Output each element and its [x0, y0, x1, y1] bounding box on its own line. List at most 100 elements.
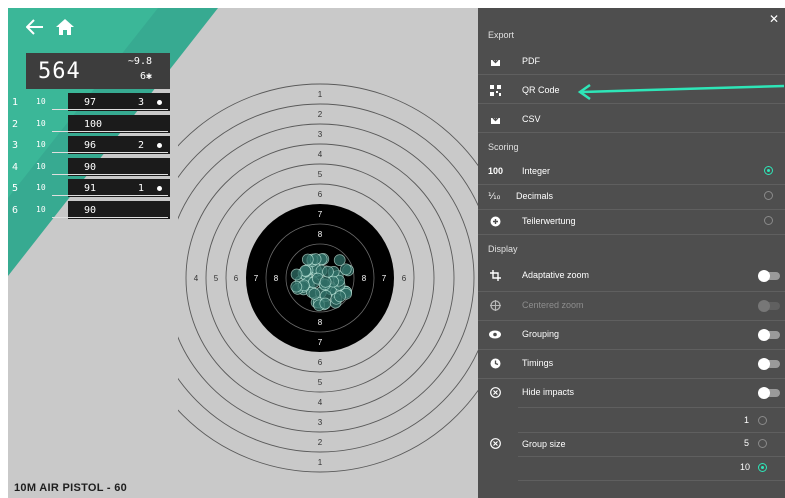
series-number: 4 — [12, 161, 19, 173]
decimal-score: ~9.8 — [127, 56, 152, 67]
divider — [478, 378, 785, 379]
series-divider — [52, 216, 168, 218]
centered-zoom-label: Centered zoom — [522, 300, 584, 310]
series-divider — [52, 130, 168, 132]
shot-impact — [319, 276, 332, 288]
grouping-label: Grouping — [522, 329, 560, 339]
target-name: 10M AIR PISTOL - 60 — [14, 482, 128, 494]
ring-label: 5 — [318, 378, 323, 387]
series-inner-ten-count: 1 — [137, 183, 144, 194]
ring-label: 6 — [402, 274, 407, 283]
integer-prefix: 100 — [488, 166, 504, 176]
shot-impact — [339, 263, 352, 276]
decimals-prefix: ⅒ — [488, 191, 501, 201]
series-row[interactable]: 3 10 96 2 — [8, 136, 170, 154]
divider — [518, 456, 785, 457]
ring-label: 5 — [318, 170, 323, 179]
series-number: 2 — [12, 118, 19, 130]
series-number: 5 — [12, 183, 19, 194]
scoring-header: Scoring — [488, 142, 519, 152]
group-size-radio[interactable] — [758, 463, 767, 472]
adaptative-zoom-toggle[interactable] — [758, 270, 780, 282]
export-csv-label: CSV — [522, 114, 541, 124]
shot-impact — [290, 280, 303, 293]
shot-impact — [319, 297, 332, 310]
group-size-radio[interactable] — [758, 416, 767, 425]
series-inner-ten-count: 2 — [137, 140, 144, 151]
series-score: 90 — [84, 161, 97, 173]
series-shot-count: 10 — [36, 161, 46, 171]
ring-label: 7 — [382, 274, 387, 283]
ring-label: 8 — [318, 318, 323, 327]
series-inner-ten-count: 3 — [137, 97, 144, 108]
divider — [518, 432, 785, 433]
series-row[interactable]: 4 10 90 — [8, 157, 170, 176]
eye-icon — [488, 327, 502, 341]
divider — [478, 349, 785, 350]
total-score: 564 — [38, 59, 81, 84]
ring-label: 1 — [318, 90, 323, 99]
series-divider — [52, 173, 168, 175]
close-icon[interactable]: ✕ — [769, 12, 779, 26]
divider — [478, 209, 785, 210]
ring-label: 3 — [178, 274, 179, 283]
shot-impact — [322, 265, 334, 278]
series-number: 3 — [12, 140, 19, 151]
series-score: 96 — [84, 140, 97, 151]
inner-ten-dot-icon — [157, 100, 162, 105]
integer-label: Integer — [522, 166, 551, 176]
shot-impact — [308, 288, 321, 300]
series-shot-count: 10 — [36, 118, 46, 128]
series-shot-count: 10 — [36, 204, 46, 214]
ring-label: 8 — [274, 274, 279, 283]
app-window: 564 ~9.8 6✱ 1 10 97 3 2 10 100 3 10 96 2 4 10 90 5 10 91… — [8, 8, 785, 498]
series-row[interactable]: 2 10 100 — [8, 114, 170, 133]
divider — [518, 480, 785, 481]
integer-radio[interactable] — [764, 166, 773, 175]
timings-label: Timings — [522, 358, 554, 368]
decimals-radio[interactable] — [764, 191, 773, 200]
plus-circle-icon — [488, 214, 502, 228]
ring-label: 3 — [318, 418, 323, 427]
timer-icon — [488, 356, 502, 370]
group-size-icon — [488, 436, 502, 450]
series-row[interactable]: 1 10 97 3 — [8, 93, 170, 111]
ring-label: 6 — [234, 274, 239, 283]
teilerwertung-label: Teilerwertung — [522, 216, 576, 226]
download-icon — [488, 112, 502, 126]
timings-toggle[interactable] — [758, 358, 780, 370]
group-size-radio[interactable] — [758, 439, 767, 448]
crosshair-icon — [488, 298, 502, 312]
back-arrow-icon[interactable] — [22, 14, 48, 40]
ring-label: 8 — [318, 230, 323, 239]
hide-icon — [488, 385, 502, 399]
teilerwertung-radio[interactable] — [764, 216, 773, 225]
ring-label: 4 — [318, 398, 323, 407]
series-score: 90 — [84, 204, 97, 216]
ring-label: 6 — [318, 358, 323, 367]
group-size-option-label: 5 — [744, 438, 750, 448]
series-row[interactable]: 5 10 91 1 — [8, 179, 170, 197]
divider — [478, 234, 785, 235]
hide-impacts-toggle[interactable] — [758, 387, 780, 399]
inner-tens-count: 6✱ — [139, 71, 152, 82]
target-face[interactable]: 123456788765432112345678876 — [178, 68, 478, 478]
centered-zoom-toggle[interactable] — [758, 300, 780, 312]
ring-label: 4 — [318, 150, 323, 159]
annotation-arrow — [577, 83, 785, 100]
divider — [478, 320, 785, 321]
ring-label: 4 — [194, 274, 199, 283]
group-size-label: Group size — [522, 439, 566, 449]
grouping-toggle[interactable] — [758, 329, 780, 341]
home-icon[interactable] — [52, 14, 78, 40]
series-row[interactable]: 6 10 90 — [8, 200, 170, 219]
divider — [478, 291, 785, 292]
export-header: Export — [488, 30, 515, 40]
ring-label: 7 — [318, 210, 323, 219]
ring-label: 2 — [318, 110, 323, 119]
display-header: Display — [488, 244, 518, 254]
group-size-option-label: 10 — [740, 462, 751, 472]
divider — [478, 184, 785, 185]
series-score: 97 — [84, 97, 97, 108]
total-score-box: 564 ~9.8 6✱ — [26, 53, 170, 89]
